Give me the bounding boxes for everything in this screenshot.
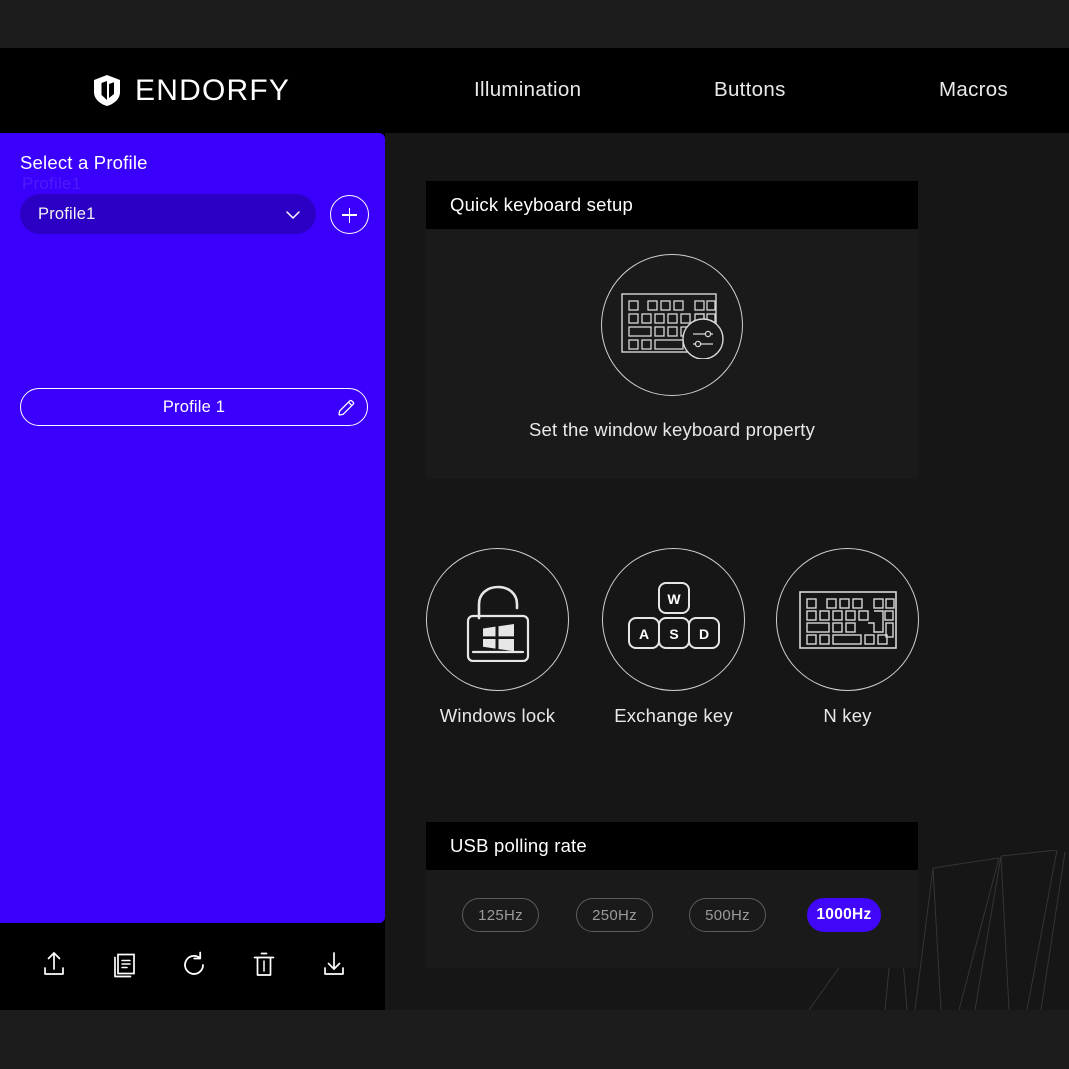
tab-macros[interactable]: Macros <box>939 78 1008 102</box>
main-content: Quick keyboard setup Set the window keyb… <box>385 133 1069 1010</box>
main-nav: Illumination Buttons Macros <box>420 48 1069 133</box>
feature-n-key[interactable]: N key <box>776 548 919 727</box>
polling-option-1000hz[interactable]: 1000Hz <box>807 898 881 932</box>
keyboard-icon <box>776 548 919 691</box>
feature-label: N key <box>823 705 872 726</box>
add-profile-button[interactable] <box>330 195 369 234</box>
shield-logo-icon <box>92 74 122 107</box>
profile-dropdown[interactable]: Profile1 <box>20 194 316 234</box>
polling-option-500hz[interactable]: 500Hz <box>689 898 766 932</box>
profile-name: Profile 1 <box>162 398 226 416</box>
feature-label: Exchange key <box>614 705 733 726</box>
quick-setup-body: Set the window keyboard property <box>426 229 918 479</box>
keyboard-settings-icon[interactable] <box>601 254 743 396</box>
feature-buttons: Windows lock W A S D Exchange key N key <box>426 548 919 748</box>
brand: ENDORFY <box>92 74 290 107</box>
brand-name: ENDORFY <box>135 73 291 107</box>
quick-setup-caption: Set the window keyboard property <box>528 419 816 440</box>
wasd-keys-icon: W A S D <box>602 548 745 691</box>
upload-icon[interactable] <box>37 948 71 982</box>
chevron-down-icon <box>285 208 301 220</box>
quick-setup-header: Quick keyboard setup <box>426 181 918 229</box>
polling-rate-card: USB polling rate 125Hz 250Hz 500Hz 1000H… <box>426 822 918 968</box>
polling-option-125hz[interactable]: 125Hz <box>462 898 539 932</box>
app-header: ENDORFY Illumination Buttons Macros <box>0 48 1069 133</box>
sidebar-toolbar <box>0 923 385 1010</box>
polling-option-250hz[interactable]: 250Hz <box>576 898 653 932</box>
polling-rate-header: USB polling rate <box>426 822 918 870</box>
tab-illumination[interactable]: Illumination <box>474 78 581 102</box>
quick-setup-title: Quick keyboard setup <box>450 194 633 215</box>
app-window: ENDORFY Illumination Buttons Macros Sele… <box>0 48 1069 1010</box>
svg-text:S: S <box>669 626 678 642</box>
trash-icon[interactable] <box>247 948 281 982</box>
profile-list-item[interactable]: Profile 1 <box>20 388 368 426</box>
quick-setup-card: Quick keyboard setup Set the window keyb… <box>426 181 918 479</box>
screen-root: ENDORFY Illumination Buttons Macros Sele… <box>0 0 1069 1069</box>
copy-icon[interactable] <box>107 948 141 982</box>
tab-buttons[interactable]: Buttons <box>714 78 786 102</box>
polling-rate-body: 125Hz 250Hz 500Hz 1000Hz <box>426 870 918 968</box>
feature-exchange-key[interactable]: W A S D Exchange key <box>602 548 745 727</box>
sidebar-title: Select a Profile <box>20 152 148 173</box>
windows-lock-icon <box>426 548 569 691</box>
download-icon[interactable] <box>317 948 351 982</box>
svg-text:A: A <box>638 626 648 642</box>
feature-label: Windows lock <box>439 705 556 726</box>
profile-floating-label: Profile1 <box>22 174 82 193</box>
feature-windows-lock[interactable]: Windows lock <box>426 548 569 727</box>
svg-text:W: W <box>667 591 681 607</box>
svg-text:D: D <box>698 626 708 642</box>
refresh-icon[interactable] <box>177 948 211 982</box>
polling-rate-title: USB polling rate <box>450 835 587 856</box>
profile-dropdown-value: Profile1 <box>38 205 96 223</box>
profile-sidebar: Select a Profile Profile1 Profile1 Profi… <box>0 133 385 923</box>
pencil-icon[interactable] <box>335 397 357 419</box>
